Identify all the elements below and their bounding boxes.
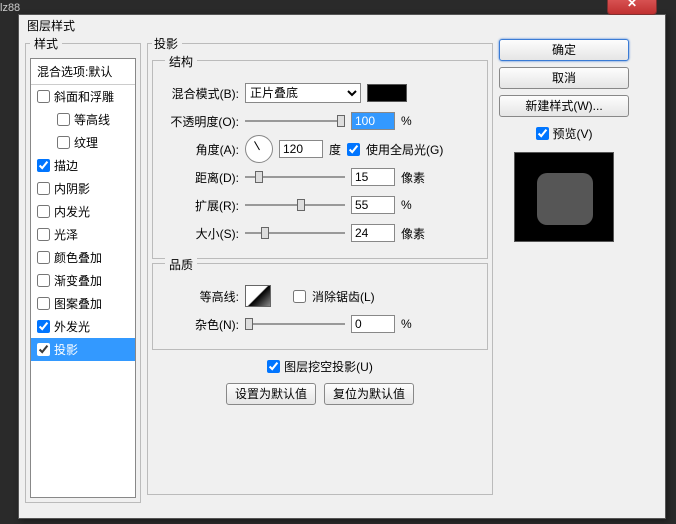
- angle-label: 角度(A):: [163, 141, 239, 158]
- styles-list: 混合选项:默认 斜面和浮雕等高线纹理描边内阴影内发光光泽颜色叠加渐变叠加图案叠加…: [30, 58, 136, 498]
- global-light-checkbox[interactable]: [347, 143, 360, 156]
- style-item-9[interactable]: 图案叠加: [31, 292, 135, 315]
- make-default-button[interactable]: 设置为默认值: [226, 383, 316, 405]
- global-light-label: 使用全局光(G): [366, 141, 443, 158]
- backdrop-text: lz88: [0, 2, 20, 14]
- angle-input[interactable]: 120: [279, 140, 323, 158]
- style-item-label: 图案叠加: [54, 295, 102, 312]
- preview-thumbnail: [514, 152, 614, 242]
- distance-slider[interactable]: [245, 168, 345, 186]
- style-item-label: 渐变叠加: [54, 272, 102, 289]
- style-checkbox[interactable]: [37, 205, 50, 218]
- style-item-2[interactable]: 纹理: [31, 131, 135, 154]
- antialias-checkbox[interactable]: [293, 290, 306, 303]
- spread-input[interactable]: 55: [351, 196, 395, 214]
- noise-input[interactable]: 0: [351, 315, 395, 333]
- spread-slider[interactable]: [245, 196, 345, 214]
- style-item-1[interactable]: 等高线: [31, 108, 135, 131]
- distance-input[interactable]: 15: [351, 168, 395, 186]
- knockout-label: 图层挖空投影(U): [284, 358, 373, 375]
- noise-label: 杂色(N):: [163, 316, 239, 333]
- styles-frame: 样式 混合选项:默认 斜面和浮雕等高线纹理描边内阴影内发光光泽颜色叠加渐变叠加图…: [25, 35, 141, 503]
- reset-default-button[interactable]: 复位为默认值: [324, 383, 414, 405]
- style-checkbox[interactable]: [37, 90, 50, 103]
- contour-picker[interactable]: [245, 285, 271, 307]
- style-item-label: 纹理: [74, 134, 98, 151]
- style-item-0[interactable]: 斜面和浮雕: [31, 85, 135, 108]
- knockout-checkbox[interactable]: [267, 360, 280, 373]
- style-checkbox[interactable]: [37, 343, 50, 356]
- style-checkbox[interactable]: [37, 320, 50, 333]
- distance-label: 距离(D):: [163, 169, 239, 186]
- size-label: 大小(S):: [163, 225, 239, 242]
- noise-unit: %: [401, 317, 412, 331]
- style-checkbox[interactable]: [37, 297, 50, 310]
- style-item-label: 斜面和浮雕: [54, 88, 114, 105]
- opacity-slider[interactable]: [245, 112, 345, 130]
- distance-unit: 像素: [401, 169, 425, 186]
- style-item-4[interactable]: 内阴影: [31, 177, 135, 200]
- style-item-11[interactable]: 投影: [31, 338, 135, 361]
- style-item-3[interactable]: 描边: [31, 154, 135, 177]
- style-checkbox[interactable]: [37, 182, 50, 195]
- style-item-10[interactable]: 外发光: [31, 315, 135, 338]
- quality-legend: 品质: [165, 256, 197, 273]
- style-checkbox[interactable]: [57, 136, 70, 149]
- effect-panel: 投影 结构 混合模式(B): 正片叠底 不透明度(O):: [147, 35, 493, 495]
- spread-unit: %: [401, 198, 412, 212]
- layer-style-dialog: ✕ 图层样式 样式 混合选项:默认 斜面和浮雕等高线纹理描边内阴影内发光光泽颜色…: [18, 14, 666, 519]
- spread-label: 扩展(R):: [163, 197, 239, 214]
- contour-label: 等高线:: [163, 288, 239, 305]
- structure-legend: 结构: [165, 53, 197, 70]
- ok-button[interactable]: 确定: [499, 39, 629, 61]
- styles-legend: 样式: [30, 35, 62, 52]
- angle-unit: 度: [329, 141, 341, 158]
- style-checkbox[interactable]: [57, 113, 70, 126]
- style-checkbox[interactable]: [37, 251, 50, 264]
- antialias-label: 消除锯齿(L): [312, 288, 375, 305]
- style-item-label: 内发光: [54, 203, 90, 220]
- size-unit: 像素: [401, 225, 425, 242]
- opacity-label: 不透明度(O):: [163, 113, 239, 130]
- quality-group: 品质 等高线: 消除锯齿(L) 杂色(N): 0: [152, 263, 488, 350]
- style-item-label: 描边: [54, 157, 78, 174]
- new-style-button[interactable]: 新建样式(W)...: [499, 95, 629, 117]
- size-input[interactable]: 24: [351, 224, 395, 242]
- style-checkbox[interactable]: [37, 228, 50, 241]
- style-item-8[interactable]: 渐变叠加: [31, 269, 135, 292]
- size-slider[interactable]: [245, 224, 345, 242]
- style-item-label: 等高线: [74, 111, 110, 128]
- preview-checkbox[interactable]: [536, 127, 549, 140]
- preview-label: 预览(V): [553, 125, 593, 142]
- style-item-5[interactable]: 内发光: [31, 200, 135, 223]
- style-item-7[interactable]: 颜色叠加: [31, 246, 135, 269]
- noise-slider[interactable]: [245, 315, 345, 333]
- style-checkbox[interactable]: [37, 159, 50, 172]
- style-item-6[interactable]: 光泽: [31, 223, 135, 246]
- style-item-label: 外发光: [54, 318, 90, 335]
- panel-title: 投影: [152, 35, 182, 52]
- opacity-input[interactable]: 100: [351, 112, 395, 130]
- style-item-label: 颜色叠加: [54, 249, 102, 266]
- style-item-label: 投影: [54, 341, 78, 358]
- style-item-label: 光泽: [54, 226, 78, 243]
- blend-mode-label: 混合模式(B):: [163, 85, 239, 102]
- style-checkbox[interactable]: [37, 274, 50, 287]
- structure-group: 结构 混合模式(B): 正片叠底 不透明度(O): 100: [152, 60, 488, 259]
- shadow-color-swatch[interactable]: [367, 84, 407, 102]
- dialog-title: 图层样式: [27, 17, 75, 34]
- cancel-button[interactable]: 取消: [499, 67, 629, 89]
- blend-mode-select[interactable]: 正片叠底: [245, 83, 361, 103]
- style-item-label: 内阴影: [54, 180, 90, 197]
- close-icon[interactable]: ✕: [607, 0, 657, 15]
- angle-dial[interactable]: [245, 135, 273, 163]
- opacity-unit: %: [401, 114, 412, 128]
- blend-options-default[interactable]: 混合选项:默认: [31, 59, 135, 85]
